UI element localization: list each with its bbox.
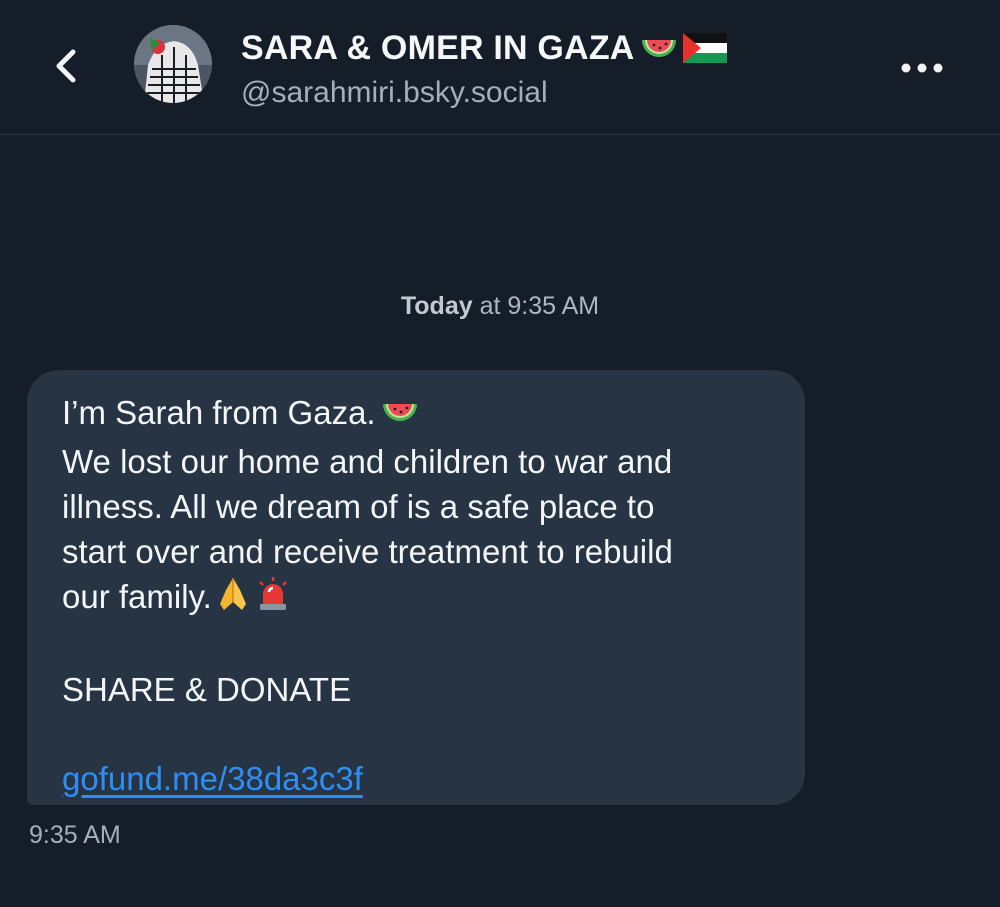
message-bubble[interactable]: I’m Sarah from Gaza. We lost our home an… bbox=[27, 370, 805, 805]
siren-icon bbox=[254, 576, 292, 623]
message-timestamp: 9:35 AM bbox=[29, 821, 121, 849]
date-separator: Today at 9:35 AM bbox=[0, 292, 1000, 321]
palestine-flag-icon bbox=[682, 33, 727, 63]
folded-hands-icon bbox=[216, 576, 250, 623]
date-separator-day: Today bbox=[400, 292, 473, 320]
message-line: I’m Sarah from Gaza. bbox=[62, 390, 771, 439]
back-button[interactable] bbox=[40, 40, 92, 92]
chevron-left-icon bbox=[56, 49, 76, 83]
conversation-header: SARA & OMER IN GAZA @sarahmiri.bsky.soci… bbox=[0, 0, 1000, 135]
message-line: start over and receive treatment to rebu… bbox=[62, 533, 673, 570]
more-horizontal-icon bbox=[901, 63, 943, 73]
page-title: SARA & OMER IN GAZA bbox=[241, 28, 635, 67]
message-line: our family. bbox=[62, 574, 771, 623]
user-handle[interactable]: @sarahmiri.bsky.social bbox=[241, 76, 548, 110]
message-line: We lost our home and children to war and bbox=[62, 443, 673, 480]
watermelon-icon bbox=[639, 32, 679, 64]
message-line: illness. All we dream of is a safe place… bbox=[62, 488, 655, 525]
donation-link[interactable]: gofund.me/38da3c3f bbox=[62, 760, 363, 797]
avatar[interactable] bbox=[134, 25, 212, 103]
more-options-button[interactable] bbox=[892, 44, 952, 92]
watermelon-icon bbox=[380, 394, 420, 439]
message-line: SHARE & DONATE bbox=[62, 671, 352, 708]
date-separator-time: at 9:35 AM bbox=[479, 292, 600, 320]
